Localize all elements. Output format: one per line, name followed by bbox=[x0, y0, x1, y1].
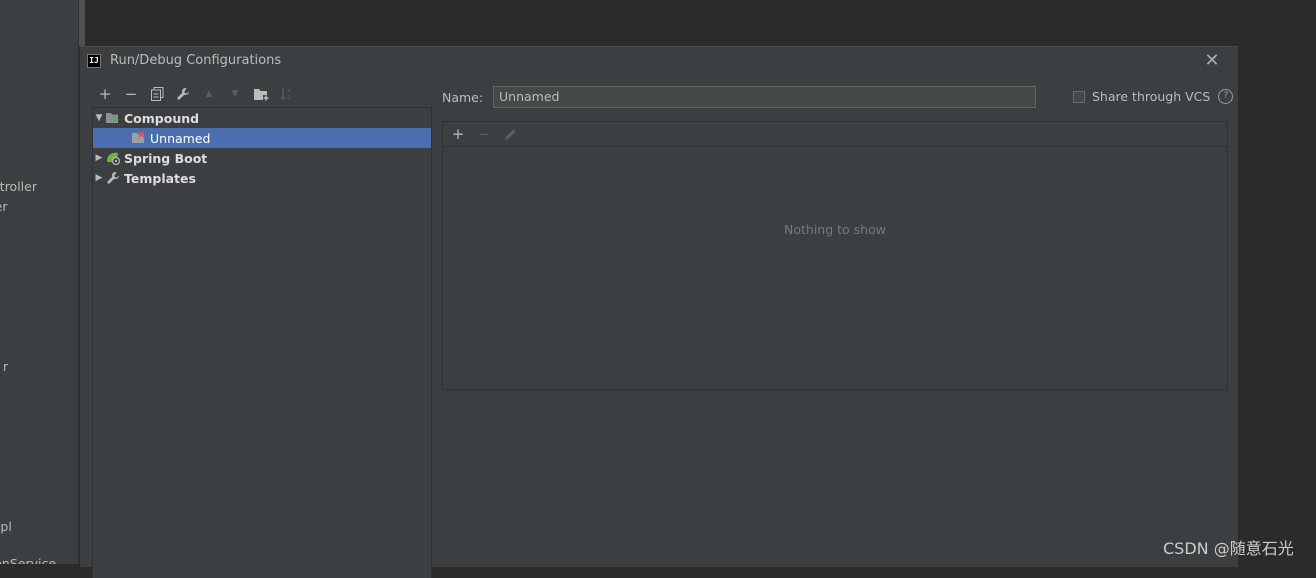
tree-item-label: Unnamed bbox=[150, 130, 211, 146]
name-input[interactable]: Unnamed bbox=[493, 86, 1036, 108]
collapsed-arrow-icon[interactable]: ▶ bbox=[93, 173, 105, 183]
edit-defaults-button[interactable] bbox=[170, 83, 196, 105]
spring-boot-icon bbox=[105, 151, 121, 165]
configurations-tree[interactable]: ▼ Compound Unnamed ▶ Spring Boot ▶ Templ… bbox=[92, 107, 432, 578]
name-label: Name: bbox=[442, 90, 484, 105]
remove-configuration-button[interactable]: − bbox=[118, 83, 144, 105]
tree-item-label: Spring Boot bbox=[124, 150, 208, 166]
sort-icon: AZ bbox=[280, 88, 292, 101]
tree-item-unnamed[interactable]: Unnamed bbox=[93, 128, 431, 148]
add-configuration-button[interactable]: + bbox=[92, 83, 118, 105]
tree-item-label: Templates bbox=[124, 170, 196, 186]
tree-item-spring-boot[interactable]: ▶ Spring Boot bbox=[93, 148, 431, 168]
run-debug-configurations-dialog: IJ Run/Debug Configurations ✕ + − ▲ ▼ AZ… bbox=[79, 46, 1238, 578]
configurations-toolbar: + − ▲ ▼ AZ bbox=[92, 83, 300, 105]
wrench-icon bbox=[105, 171, 121, 185]
compound-child-icon bbox=[131, 131, 147, 145]
empty-state-text: Nothing to show bbox=[784, 222, 886, 237]
tree-item-compound[interactable]: ▼ Compound bbox=[93, 108, 431, 128]
project-tree-fragment[interactable]: onController bbox=[0, 179, 37, 194]
sort-button[interactable]: AZ bbox=[274, 83, 300, 105]
share-through-vcs-option[interactable]: Share through VCS ? bbox=[1073, 89, 1234, 104]
remove-from-compound-button[interactable]: − bbox=[471, 123, 497, 145]
share-through-vcs-checkbox[interactable] bbox=[1073, 90, 1085, 103]
wrench-icon bbox=[177, 88, 189, 100]
help-icon[interactable]: ? bbox=[1218, 89, 1234, 104]
edit-compound-item-button[interactable] bbox=[497, 123, 523, 145]
project-tree-fragment[interactable]: r bbox=[3, 359, 8, 374]
expanded-arrow-icon[interactable]: ▼ bbox=[93, 113, 105, 123]
tree-item-templates[interactable]: ▶ Templates bbox=[93, 168, 431, 188]
project-tree-fragment[interactable]: ller bbox=[0, 199, 8, 214]
svg-text:Z: Z bbox=[287, 95, 291, 101]
intellij-app-icon: IJ bbox=[87, 54, 101, 68]
collapsed-arrow-icon[interactable]: ▶ bbox=[93, 153, 105, 163]
share-through-vcs-label[interactable]: Share through VCS bbox=[1092, 89, 1210, 104]
copy-configuration-button[interactable] bbox=[144, 83, 170, 105]
copy-icon bbox=[150, 87, 163, 101]
add-to-compound-button[interactable]: + bbox=[445, 123, 471, 145]
compound-configurations-panel: + − Nothing to show bbox=[442, 121, 1228, 390]
background-scrollbar[interactable] bbox=[79, 0, 85, 46]
close-button[interactable]: ✕ bbox=[1204, 51, 1220, 71]
watermark: CSDN @随意石光 bbox=[1163, 539, 1294, 558]
project-tree-fragment[interactable]: mpl bbox=[0, 519, 12, 534]
compound-icon bbox=[105, 111, 121, 125]
move-up-button[interactable]: ▲ bbox=[196, 83, 222, 105]
project-tree-fragment[interactable]: ationService bbox=[0, 556, 56, 564]
project-panel-background: onController ller r mpl ationService bbox=[0, 0, 78, 564]
dialog-title: Run/Debug Configurations bbox=[110, 53, 282, 68]
new-folder-button[interactable] bbox=[248, 83, 274, 105]
compound-toolbar: + − bbox=[443, 122, 1227, 147]
move-down-button[interactable]: ▼ bbox=[222, 83, 248, 105]
folder-icon bbox=[253, 88, 269, 101]
tree-item-label: Compound bbox=[124, 110, 200, 126]
pencil-icon bbox=[504, 128, 516, 140]
svg-text:A: A bbox=[287, 88, 292, 95]
dialog-titlebar[interactable]: IJ Run/Debug Configurations ✕ bbox=[80, 47, 1238, 77]
